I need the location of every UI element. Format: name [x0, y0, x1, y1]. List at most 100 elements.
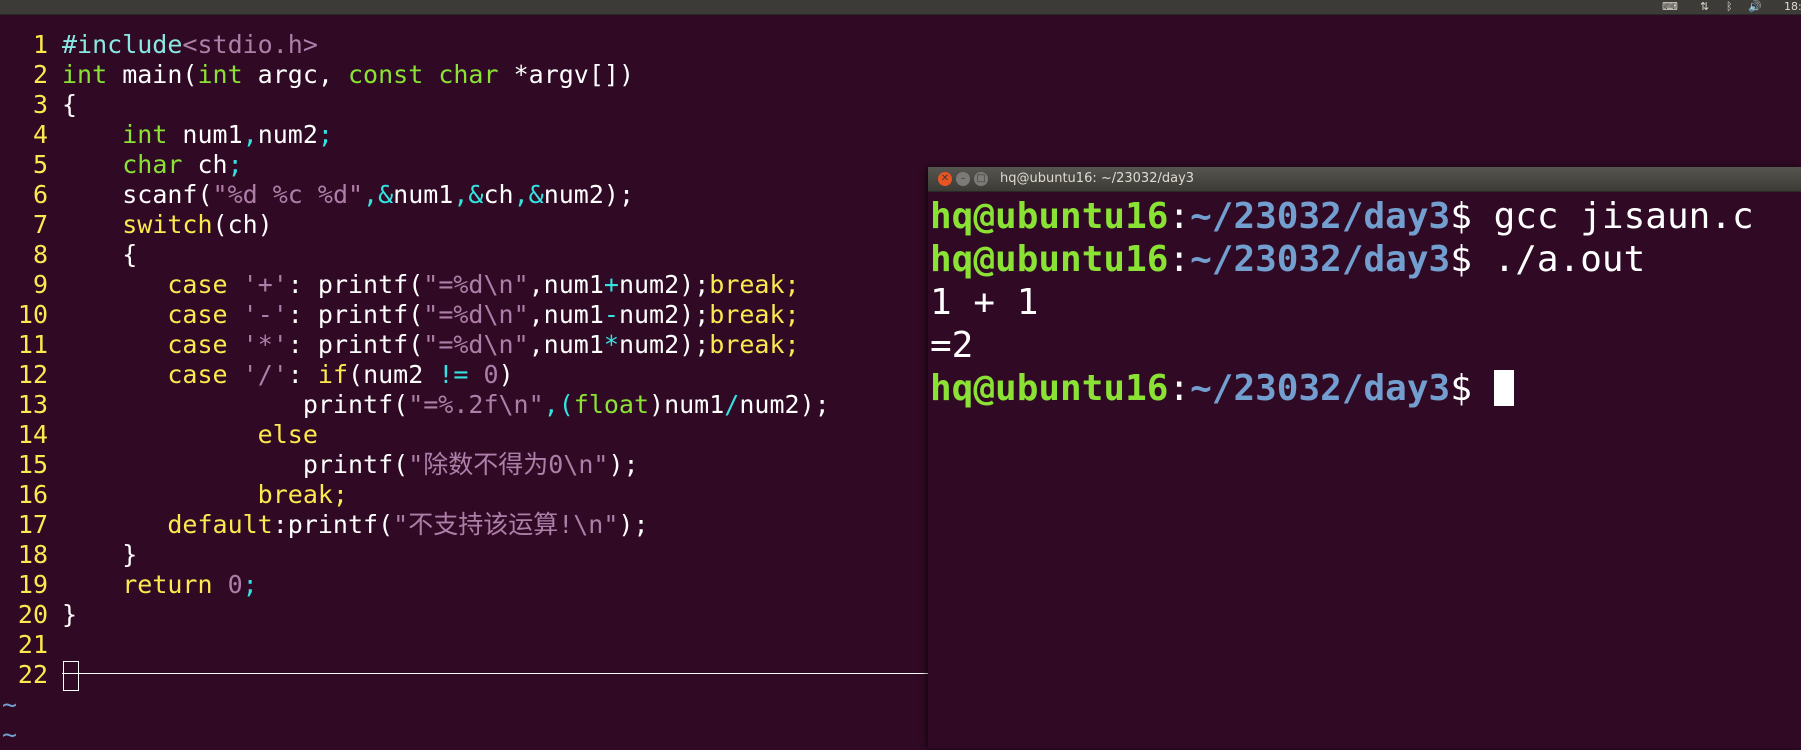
code-token: ); — [618, 510, 649, 539]
code-token: : printf( — [287, 330, 424, 359]
code-token: num2); — [618, 330, 710, 359]
terminal-cursor — [1493, 370, 1514, 406]
prompt-colon: : — [1168, 368, 1191, 409]
code-token: ,num1 — [528, 330, 604, 359]
network-icon[interactable]: ⇅ — [1700, 0, 1709, 14]
code-line: 12 case '/': if(num2 != 0) — [0, 360, 514, 390]
prompt-dollar: $ — [1450, 368, 1472, 409]
command-text: ./a.out — [1471, 239, 1646, 280]
code-line: 1 #include<stdio.h> — [0, 30, 318, 60]
line-number: 20 — [17, 600, 48, 629]
code-token: ch — [483, 180, 514, 209]
keyboard-icon[interactable]: ⌨ — [1662, 0, 1678, 14]
code-token: "=%.2f\n" — [408, 390, 544, 419]
line-number: 5 — [32, 150, 48, 179]
prompt-dollar: $ — [1450, 196, 1472, 237]
code-token: if — [317, 360, 349, 389]
line-number: 7 — [32, 210, 48, 239]
prompt-colon: : — [1168, 239, 1191, 280]
line-number: 13 — [17, 390, 48, 419]
code-line: 15 printf("除数不得为0\n"); — [0, 450, 639, 480]
code-line: 5 char ch; — [0, 150, 243, 180]
code-token: != — [438, 360, 469, 389]
code-token: ,& — [363, 180, 394, 209]
code-token: 0 — [483, 360, 499, 389]
code-token: "=%d\n" — [423, 300, 529, 329]
code-token: ,& — [453, 180, 484, 209]
prompt-path: ~/23032/day3 — [1190, 239, 1451, 280]
cursorline-underline — [62, 673, 930, 674]
line-number: 16 — [17, 480, 48, 509]
prompt-user: hq@ubuntu16 — [930, 368, 1169, 409]
volume-icon[interactable]: 🔊 — [1748, 0, 1762, 14]
prompt-colon: : — [1168, 196, 1191, 237]
line-number: 18 — [17, 540, 48, 569]
line-number: 2 — [32, 60, 48, 89]
code-line: 6 scanf("%d %c %d",&num1,&ch,&num2); — [0, 180, 634, 210]
empty-line-tilde: ~ — [2, 720, 18, 749]
terminal-titlebar[interactable]: ✕ – □ hq@ubuntu16: ~/23032/day3 — [928, 167, 1801, 192]
code-line: 7 switch(ch) — [0, 210, 273, 240]
bluetooth-icon[interactable]: ᛒ — [1726, 0, 1733, 14]
code-token: 0 — [227, 570, 243, 599]
maximize-icon[interactable]: □ — [974, 172, 988, 186]
prompt-path: ~/23032/day3 — [1190, 196, 1451, 237]
code-line: 22 — [0, 660, 79, 691]
code-token: int — [197, 60, 243, 89]
vim-editor[interactable]: 1 #include<stdio.h> 2 int main(int argc, c… — [0, 15, 930, 749]
code-line: 9 case '+': printf("=%d\n",num1+num2);br… — [0, 270, 800, 300]
code-token: num1 — [393, 180, 454, 209]
code-token: } — [122, 540, 138, 569]
code-token: num2); — [618, 300, 710, 329]
code-line: 17 default:printf("不支持该运算!\n"); — [0, 510, 649, 540]
line-number: 1 — [32, 30, 48, 59]
code-token: main( — [107, 60, 198, 89]
code-token: ch — [182, 150, 228, 179]
line-number: 12 — [17, 360, 48, 389]
close-icon[interactable]: ✕ — [938, 172, 952, 186]
code-token: num1 — [167, 120, 243, 149]
code-token: num2); — [739, 390, 830, 419]
code-token: num2); — [618, 270, 710, 299]
code-line: 21 — [0, 630, 62, 660]
empty-line-tilde: ~ — [2, 690, 18, 719]
terminal-output[interactable]: hq@ubuntu16:~/23032/day3$ gcc jisaun.c h… — [930, 195, 1798, 410]
code-token: ); — [608, 450, 639, 479]
code-token: default — [167, 510, 273, 539]
code-token: / — [724, 390, 740, 419]
code-token: "不支持该运算!\n" — [393, 510, 619, 539]
clock[interactable]: 18: — [1784, 0, 1801, 14]
code-token: switch — [122, 210, 213, 239]
line-number: 21 — [17, 630, 48, 659]
terminal-window[interactable]: ✕ – □ hq@ubuntu16: ~/23032/day3 hq@ubunt… — [928, 167, 1801, 748]
code-token: argc, — [242, 60, 348, 89]
line-number: 4 — [32, 120, 48, 149]
code-token: { — [122, 240, 138, 269]
code-token: ; — [227, 150, 243, 179]
code-token: "除数不得为0\n" — [408, 450, 609, 479]
code-token: <stdio.h> — [182, 30, 318, 59]
code-line: 8 { — [0, 240, 137, 270]
line-number: 9 — [32, 270, 48, 299]
code-line: 19 return 0; — [0, 570, 258, 600]
code-token: break; — [709, 300, 800, 329]
code-token: char — [122, 150, 183, 179]
code-token: '-' — [242, 300, 288, 329]
code-token: "=%d\n" — [423, 330, 529, 359]
line-number: 14 — [17, 420, 48, 449]
code-token: num2 — [257, 120, 318, 149]
code-token: : printf( — [287, 300, 424, 329]
code-token: * — [603, 330, 619, 359]
minimize-icon[interactable]: – — [956, 172, 970, 186]
line-number: 17 — [17, 510, 48, 539]
code-token: ; — [242, 570, 258, 599]
line-number: 10 — [17, 300, 48, 329]
code-token: case — [167, 360, 228, 389]
code-token: } — [62, 600, 78, 629]
code-token: case — [167, 300, 228, 329]
code-token: num2); — [543, 180, 635, 209]
terminal-line: hq@ubuntu16:~/23032/day3$ gcc jisaun.c — [930, 195, 1798, 238]
code-token: ,& — [513, 180, 544, 209]
code-token: int — [62, 60, 108, 89]
code-line: 20} — [0, 600, 77, 630]
